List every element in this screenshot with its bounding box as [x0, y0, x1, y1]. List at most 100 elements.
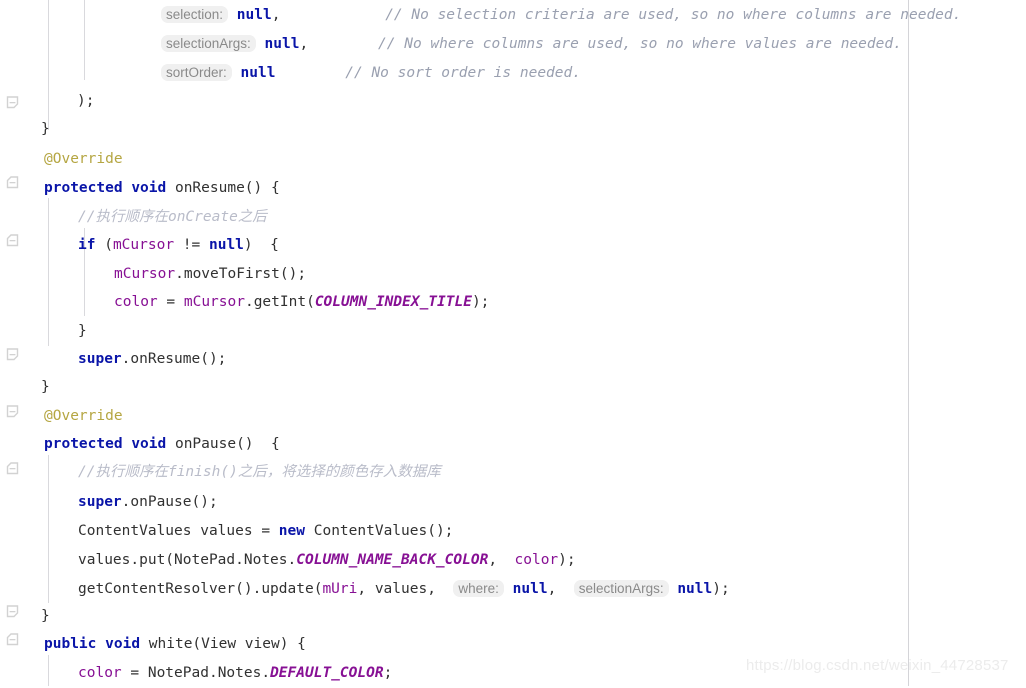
token-kw: void	[131, 436, 167, 452]
line-override-annotation-resume[interactable]: @Override	[0, 145, 123, 174]
token-kw: null	[264, 36, 300, 52]
token-plain: getContentResolver().update(	[78, 581, 323, 597]
token-constant: COLUMN_NAME_BACK_COLOR	[296, 552, 489, 568]
code-content[interactable]: selection: null, // No selection criteri…	[0, 0, 1026, 686]
token-cmt: // No where columns are used, so no wher…	[378, 36, 902, 52]
token-plain: ContentValues();	[313, 523, 454, 539]
line-mcursor-movetofirst[interactable]: mCursor.moveToFirst();	[0, 260, 306, 289]
token-anno: @Override	[44, 408, 123, 424]
line-selection-param[interactable]: selection: null, // No selection criteri…	[0, 0, 961, 29]
token-kw: protected	[44, 436, 123, 452]
token-kw: super	[78, 494, 122, 510]
token-kw: new	[278, 523, 305, 539]
parameter-hint: where:	[453, 580, 504, 597]
line-color-default[interactable]: color = NotePad.Notes.DEFAULT_COLOR;	[0, 659, 392, 688]
line-selectionargs-param[interactable]: selectionArgs: null, // No where columns…	[0, 29, 902, 58]
token-plain: );	[77, 93, 95, 109]
token-field: color	[505, 552, 559, 568]
token-plain: white(View view) {	[148, 636, 306, 652]
token-anno: @Override	[44, 151, 123, 167]
token-cmt: // No sort order is needed.	[345, 65, 581, 81]
token-plain: ,	[488, 552, 506, 568]
token-plain: )	[243, 237, 253, 253]
token-plain: = NotePad.Notes.	[130, 665, 271, 681]
token-plain: }	[41, 121, 50, 137]
line-onresume-signature[interactable]: protected void onResume() {	[0, 174, 280, 203]
token-plain: onPause()	[174, 436, 254, 452]
token-plain: }	[78, 323, 87, 339]
line-getcontentresolver-update[interactable]: getContentResolver().update(mUri, values…	[0, 574, 730, 603]
line-close-brace-oncreate[interactable]: }	[0, 115, 50, 144]
line-onpause-signature[interactable]: protected void onPause() {	[0, 430, 280, 459]
parameter-hint: selectionArgs:	[161, 35, 256, 52]
token-cmt-cn: //执行顺序在onCreate之后	[78, 209, 267, 225]
line-comment-oncreate-order[interactable]: //执行顺序在onCreate之后	[0, 203, 267, 232]
token-plain: ,	[299, 36, 309, 52]
token-kw: null	[240, 65, 276, 81]
line-super-onresume[interactable]: super.onResume();	[0, 345, 226, 374]
parameter-hint: selection:	[161, 6, 229, 23]
token-plain: .getInt(	[244, 294, 315, 310]
token-plain: );	[471, 294, 490, 310]
line-close-paren-semicolon[interactable]: );	[0, 87, 94, 116]
token-field: mCursor	[112, 237, 175, 253]
line-close-brace-if[interactable]: }	[0, 317, 87, 346]
token-plain: );	[712, 581, 730, 597]
line-super-onpause[interactable]: super.onPause();	[0, 488, 218, 517]
token-kw: super	[78, 351, 122, 367]
token-field: color	[78, 665, 122, 681]
token-field: color	[114, 294, 158, 310]
line-color-getint[interactable]: color = mCursor.getInt(COLUMN_INDEX_TITL…	[0, 288, 489, 317]
line-close-brace-onpause[interactable]: }	[0, 602, 50, 631]
token-plain: }	[41, 379, 50, 395]
token-field: mCursor	[183, 294, 245, 310]
token-plain: =	[166, 294, 176, 310]
token-plain: {	[270, 237, 279, 253]
token-kw: null	[512, 581, 548, 597]
token-plain: values.put(NotePad.Notes.	[78, 552, 297, 568]
token-kw: null	[208, 237, 244, 253]
token-kw: if	[78, 237, 96, 253]
code-editor[interactable]: selection: null, // No selection criteri…	[0, 0, 1026, 686]
token-cmt-cn: //执行顺序在finish()之后，将选择的颜色存入数据库	[78, 464, 441, 480]
token-plain: (	[104, 237, 113, 253]
parameter-hint: sortOrder:	[161, 64, 232, 81]
line-values-put[interactable]: values.put(NotePad.Notes.COLUMN_NAME_BAC…	[0, 546, 576, 575]
line-if-mcursor-not-null[interactable]: if (mCursor != null) {	[0, 231, 279, 260]
token-plain: ContentValues values =	[78, 523, 279, 539]
line-white-signature[interactable]: public void white(View view) {	[0, 630, 306, 659]
line-sortorder-param[interactable]: sortOrder: null // No sort order is need…	[0, 58, 581, 87]
watermark-text: https://blog.csdn.net/weixin_44728537	[746, 657, 1009, 674]
line-close-brace-onresume[interactable]: }	[0, 373, 50, 402]
line-new-contentvalues[interactable]: ContentValues values = new ContentValues…	[0, 517, 453, 546]
token-constant: COLUMN_INDEX_TITLE	[314, 294, 472, 310]
token-kw: void	[105, 636, 141, 652]
token-plain: ;	[383, 665, 393, 681]
token-field: mCursor	[114, 266, 176, 282]
line-override-annotation-pause[interactable]: @Override	[0, 402, 123, 431]
line-comment-finish-order[interactable]: //执行顺序在finish()之后，将选择的颜色存入数据库	[0, 458, 441, 487]
token-kw: null	[236, 7, 272, 23]
token-plain: .moveToFirst();	[175, 266, 307, 282]
token-kw: void	[131, 180, 167, 196]
token-plain: .onResume();	[121, 351, 227, 367]
token-kw: null	[677, 581, 713, 597]
token-plain: );	[558, 552, 576, 568]
parameter-hint: selectionArgs:	[573, 580, 669, 597]
token-constant: DEFAULT_COLOR	[270, 665, 384, 681]
